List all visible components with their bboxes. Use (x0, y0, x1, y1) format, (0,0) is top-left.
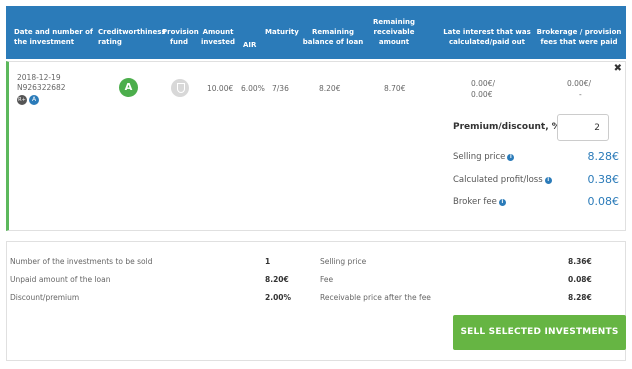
summary-fee-label: Fee (320, 275, 334, 284)
summary-discount-value: 2.00% (265, 293, 292, 302)
shield-icon (171, 79, 189, 97)
header-remaining-balance: Remaining balance of loan (302, 28, 364, 46)
amount-invested: 10.00€ (207, 84, 234, 93)
premium-discount-label: Premium/discount, % (453, 122, 561, 132)
summary-selling-price-label: Selling price (320, 257, 367, 266)
header-maturity: Maturity (265, 28, 299, 36)
rating-badge-icon: A (29, 95, 39, 105)
remaining-balance-value: 8.20€ (319, 84, 341, 93)
summary-receivable-label: Receivable price after the fee (320, 293, 431, 302)
profit-loss-value: 0.38€ (587, 173, 620, 186)
premium-discount-input[interactable] (557, 114, 609, 141)
profit-loss-label: Calculated profit/loss (453, 175, 543, 185)
brokerage-paid: 0.00€/ (567, 79, 591, 88)
header-rating: Creditworthiness rating (98, 28, 166, 46)
sell-selected-investments-button[interactable]: SELL SELECTED INVESTMENTS (453, 315, 626, 350)
selling-price-value: 8.28€ (587, 150, 620, 163)
summary-count-label: Number of the investments to be sold (10, 257, 153, 266)
remaining-receivable-value: 8.70€ (384, 84, 406, 93)
header-brokerage: Brokerage / provision fees that were pai… (536, 28, 622, 46)
profit-loss-row: Calculated profit/loss i (453, 175, 552, 185)
header-provision: Provision fund (162, 28, 199, 46)
summary-receivable-value: 8.28€ (568, 293, 592, 302)
broker-fee-value: 0.08€ (587, 195, 620, 208)
summary-unpaid-label: Unpaid amount of the loan (10, 275, 111, 284)
summary-count-value: 1 (265, 257, 271, 266)
header-date: Date and number of the investment (14, 28, 93, 46)
broker-fee-row: Broker fee i (453, 197, 506, 207)
sale-summary: Number of the investments to be sold 1 U… (6, 241, 626, 361)
brokerage-dash: - (579, 90, 582, 99)
summary-discount-label: Discount/premium (10, 293, 80, 302)
reinvest-badge-icon: R+ (17, 95, 27, 105)
air-value: 6.00% (241, 84, 265, 93)
summary-unpaid-value: 8.20€ (265, 275, 289, 284)
maturity-value: 7/36 (272, 84, 289, 93)
late-interest-calculated: 0.00€/ (471, 79, 495, 88)
summary-fee-value: 0.08€ (568, 275, 592, 284)
table-header: Date and number of the investment Credit… (6, 6, 626, 59)
header-amount: Amount invested (201, 28, 235, 46)
investment-date: 2018-12-19 (17, 73, 61, 82)
info-icon[interactable]: i (498, 199, 506, 206)
investment-card: 2018-12-19 N926322682 R+ A A 10.00€ 6.00… (6, 61, 626, 231)
broker-fee-label: Broker fee (453, 197, 497, 207)
info-icon[interactable]: i (544, 177, 552, 184)
header-late-interest: Late interest that was calculated/paid o… (443, 28, 531, 46)
header-remaining-receivable: Remaining receivable amount (373, 18, 415, 46)
info-icon[interactable]: i (507, 154, 515, 161)
selling-price-label: Selling price (453, 152, 506, 162)
summary-selling-price-value: 8.36€ (568, 257, 592, 266)
close-icon[interactable]: ✖ (614, 63, 622, 74)
header-air: AIR (243, 41, 257, 49)
late-interest-paid: 0.00€ (471, 90, 493, 99)
investment-number: N926322682 (17, 83, 66, 92)
selling-price-row: Selling price i (453, 152, 515, 162)
rating-circle: A (119, 78, 138, 97)
